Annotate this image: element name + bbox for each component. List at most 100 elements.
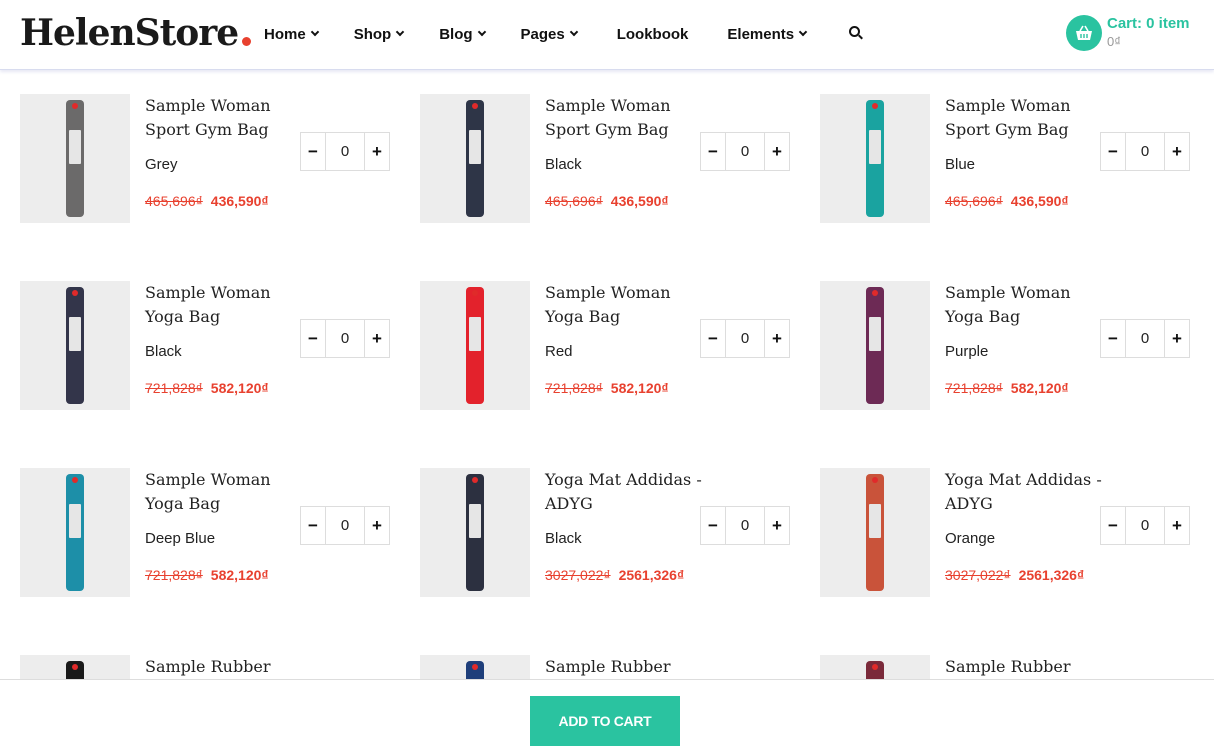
decrease-button[interactable]: −	[701, 507, 725, 544]
increase-button[interactable]: +	[1165, 507, 1189, 544]
quantity-input[interactable]: 0	[1125, 133, 1165, 170]
increase-button[interactable]: +	[765, 320, 789, 357]
add-to-cart-button[interactable]: ADD TO CART	[530, 696, 680, 746]
nav-elements-label: Elements	[727, 25, 795, 43]
increase-button[interactable]: +	[365, 320, 389, 357]
main-nav: Home Shop Blog Pages Lookbook Elements	[264, 24, 808, 44]
increase-button[interactable]: +	[1165, 133, 1189, 170]
product-image[interactable]	[20, 281, 130, 410]
nav-pages[interactable]: Pages	[520, 24, 578, 44]
product-variant: Grey	[145, 156, 178, 173]
logo-text: HelenStore	[20, 12, 239, 54]
nav-blog[interactable]: Blog	[439, 24, 486, 44]
sale-price: 436,590₫	[610, 193, 669, 209]
decrease-button[interactable]: −	[1101, 133, 1125, 170]
quantity-input[interactable]: 0	[325, 133, 365, 170]
old-price: 721,828₫	[545, 380, 603, 396]
product-image[interactable]	[420, 94, 530, 223]
decrease-button[interactable]: −	[301, 133, 325, 170]
product-name[interactable]: Yoga Mat Addidas - ADYG	[945, 468, 1105, 516]
sale-price: 436,590₫	[1010, 193, 1069, 209]
product-card: Sample Woman Yoga Bag Deep Blue 721,828₫…	[20, 468, 390, 598]
product-name[interactable]: Sample Woman Yoga Bag	[945, 281, 1105, 329]
product-image[interactable]	[420, 468, 530, 597]
product-image[interactable]	[820, 94, 930, 223]
sale-price: 582,120₫	[210, 567, 269, 583]
yoga-mat-image	[866, 100, 884, 217]
logo[interactable]: HelenStore	[20, 12, 252, 54]
nav-elements[interactable]: Elements	[727, 24, 808, 44]
product-variant: Orange	[945, 530, 996, 547]
product-prices: 465,696₫ 436,590₫	[945, 193, 1069, 209]
yoga-mat-image	[466, 100, 484, 217]
chevron-down-icon	[310, 27, 319, 37]
old-price: 465,696₫	[945, 193, 1003, 209]
quantity-input[interactable]: 0	[1125, 507, 1165, 544]
chevron-down-icon	[569, 27, 578, 37]
increase-button[interactable]: +	[1165, 320, 1189, 357]
quantity-stepper: − 0 +	[700, 132, 790, 171]
product-image[interactable]	[20, 94, 130, 223]
decrease-button[interactable]: −	[701, 133, 725, 170]
increase-button[interactable]: +	[765, 133, 789, 170]
increase-button[interactable]: +	[365, 133, 389, 170]
chevron-down-icon	[395, 27, 405, 37]
chevron-down-icon	[798, 27, 808, 37]
product-prices: 721,828₫ 582,120₫	[145, 380, 269, 396]
decrease-button[interactable]: −	[1101, 507, 1125, 544]
nav-lookbook-label: Lookbook	[616, 25, 689, 43]
yoga-mat-image	[466, 287, 484, 404]
quantity-input[interactable]: 0	[325, 320, 365, 357]
old-price: 721,828₫	[145, 380, 203, 396]
nav-pages-label: Pages	[520, 25, 565, 43]
product-name[interactable]: Sample Woman Sport Gym Bag	[545, 94, 705, 142]
product-name[interactable]: Sample Woman Yoga Bag	[545, 281, 705, 329]
product-variant: Purple	[945, 343, 989, 360]
quantity-input[interactable]: 0	[725, 133, 765, 170]
decrease-button[interactable]: −	[301, 320, 325, 357]
nav-shop[interactable]: Shop	[354, 24, 405, 44]
product-name[interactable]: Sample Woman Yoga Bag	[145, 281, 305, 329]
cart-widget[interactable]: Cart: 0 item 0₫	[1066, 15, 1190, 52]
product-name[interactable]: Sample Woman Sport Gym Bag	[945, 94, 1105, 142]
product-image[interactable]	[420, 281, 530, 410]
product-card: Sample Woman Yoga Bag Red 721,828₫ 582,12…	[420, 281, 790, 411]
product-variant: Deep Blue	[145, 530, 216, 547]
product-image[interactable]	[20, 468, 130, 597]
nav-home[interactable]: Home	[264, 24, 319, 44]
product-image[interactable]	[820, 468, 930, 597]
quantity-stepper: − 0 +	[300, 132, 390, 171]
decrease-button[interactable]: −	[701, 320, 725, 357]
quantity-stepper: − 0 +	[700, 506, 790, 545]
old-price: 3027,022₫	[545, 567, 611, 583]
quantity-input[interactable]: 0	[725, 320, 765, 357]
product-name[interactable]: Sample Woman Yoga Bag	[145, 468, 305, 516]
sale-price: 2561,326₫	[1018, 567, 1085, 583]
search-icon[interactable]	[849, 26, 863, 40]
bottom-bar: ADD TO CART	[0, 679, 1214, 755]
logo-dot	[242, 37, 252, 46]
product-card: Yoga Mat Addidas - ADYG Orange 3027,022₫…	[820, 468, 1190, 598]
product-variant: Blue	[945, 156, 976, 173]
product-name[interactable]: Yoga Mat Addidas - ADYG	[545, 468, 705, 516]
quantity-stepper: − 0 +	[1100, 132, 1190, 171]
decrease-button[interactable]: −	[1101, 320, 1125, 357]
product-image[interactable]	[820, 281, 930, 410]
yoga-mat-image	[866, 287, 884, 404]
product-prices: 3027,022₫ 2561,326₫	[545, 567, 684, 583]
quantity-input[interactable]: 0	[325, 507, 365, 544]
site-header: HelenStore Home Shop Blog Pages Lookbook…	[0, 0, 1214, 70]
product-variant: Black	[545, 156, 582, 173]
yoga-mat-image	[66, 474, 84, 591]
product-prices: 465,696₫ 436,590₫	[545, 193, 669, 209]
increase-button[interactable]: +	[765, 507, 789, 544]
nav-home-label: Home	[264, 25, 306, 43]
quantity-input[interactable]: 0	[725, 507, 765, 544]
chevron-down-icon	[477, 27, 486, 37]
quantity-input[interactable]: 0	[1125, 320, 1165, 357]
product-name[interactable]: Sample Woman Sport Gym Bag	[145, 94, 305, 142]
yoga-mat-image	[66, 287, 84, 404]
increase-button[interactable]: +	[365, 507, 389, 544]
nav-lookbook[interactable]: Lookbook	[617, 24, 689, 44]
decrease-button[interactable]: −	[301, 507, 325, 544]
